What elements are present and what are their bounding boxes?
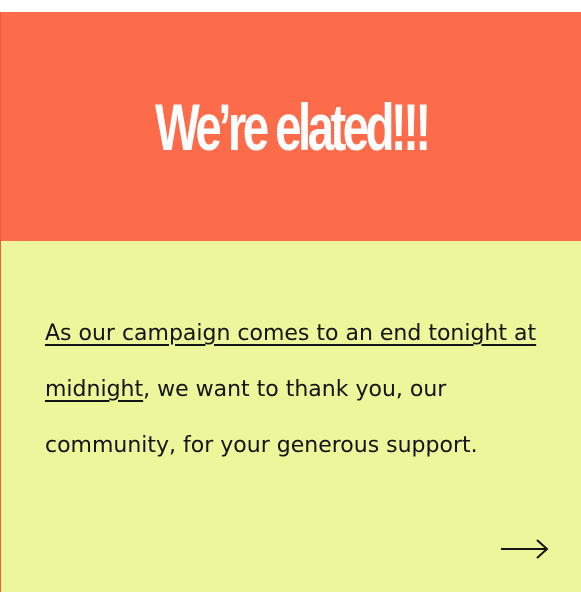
- arrow-right-icon[interactable]: [499, 537, 551, 561]
- message-text: As our campaign comes to an end tonight …: [45, 306, 545, 474]
- headline: We’re elated!!!: [154, 89, 431, 164]
- card-header: We’re elated!!!: [1, 12, 581, 241]
- card-body: As our campaign comes to an end tonight …: [1, 241, 581, 592]
- announcement-card: We’re elated!!! As our campaign comes to…: [0, 12, 581, 592]
